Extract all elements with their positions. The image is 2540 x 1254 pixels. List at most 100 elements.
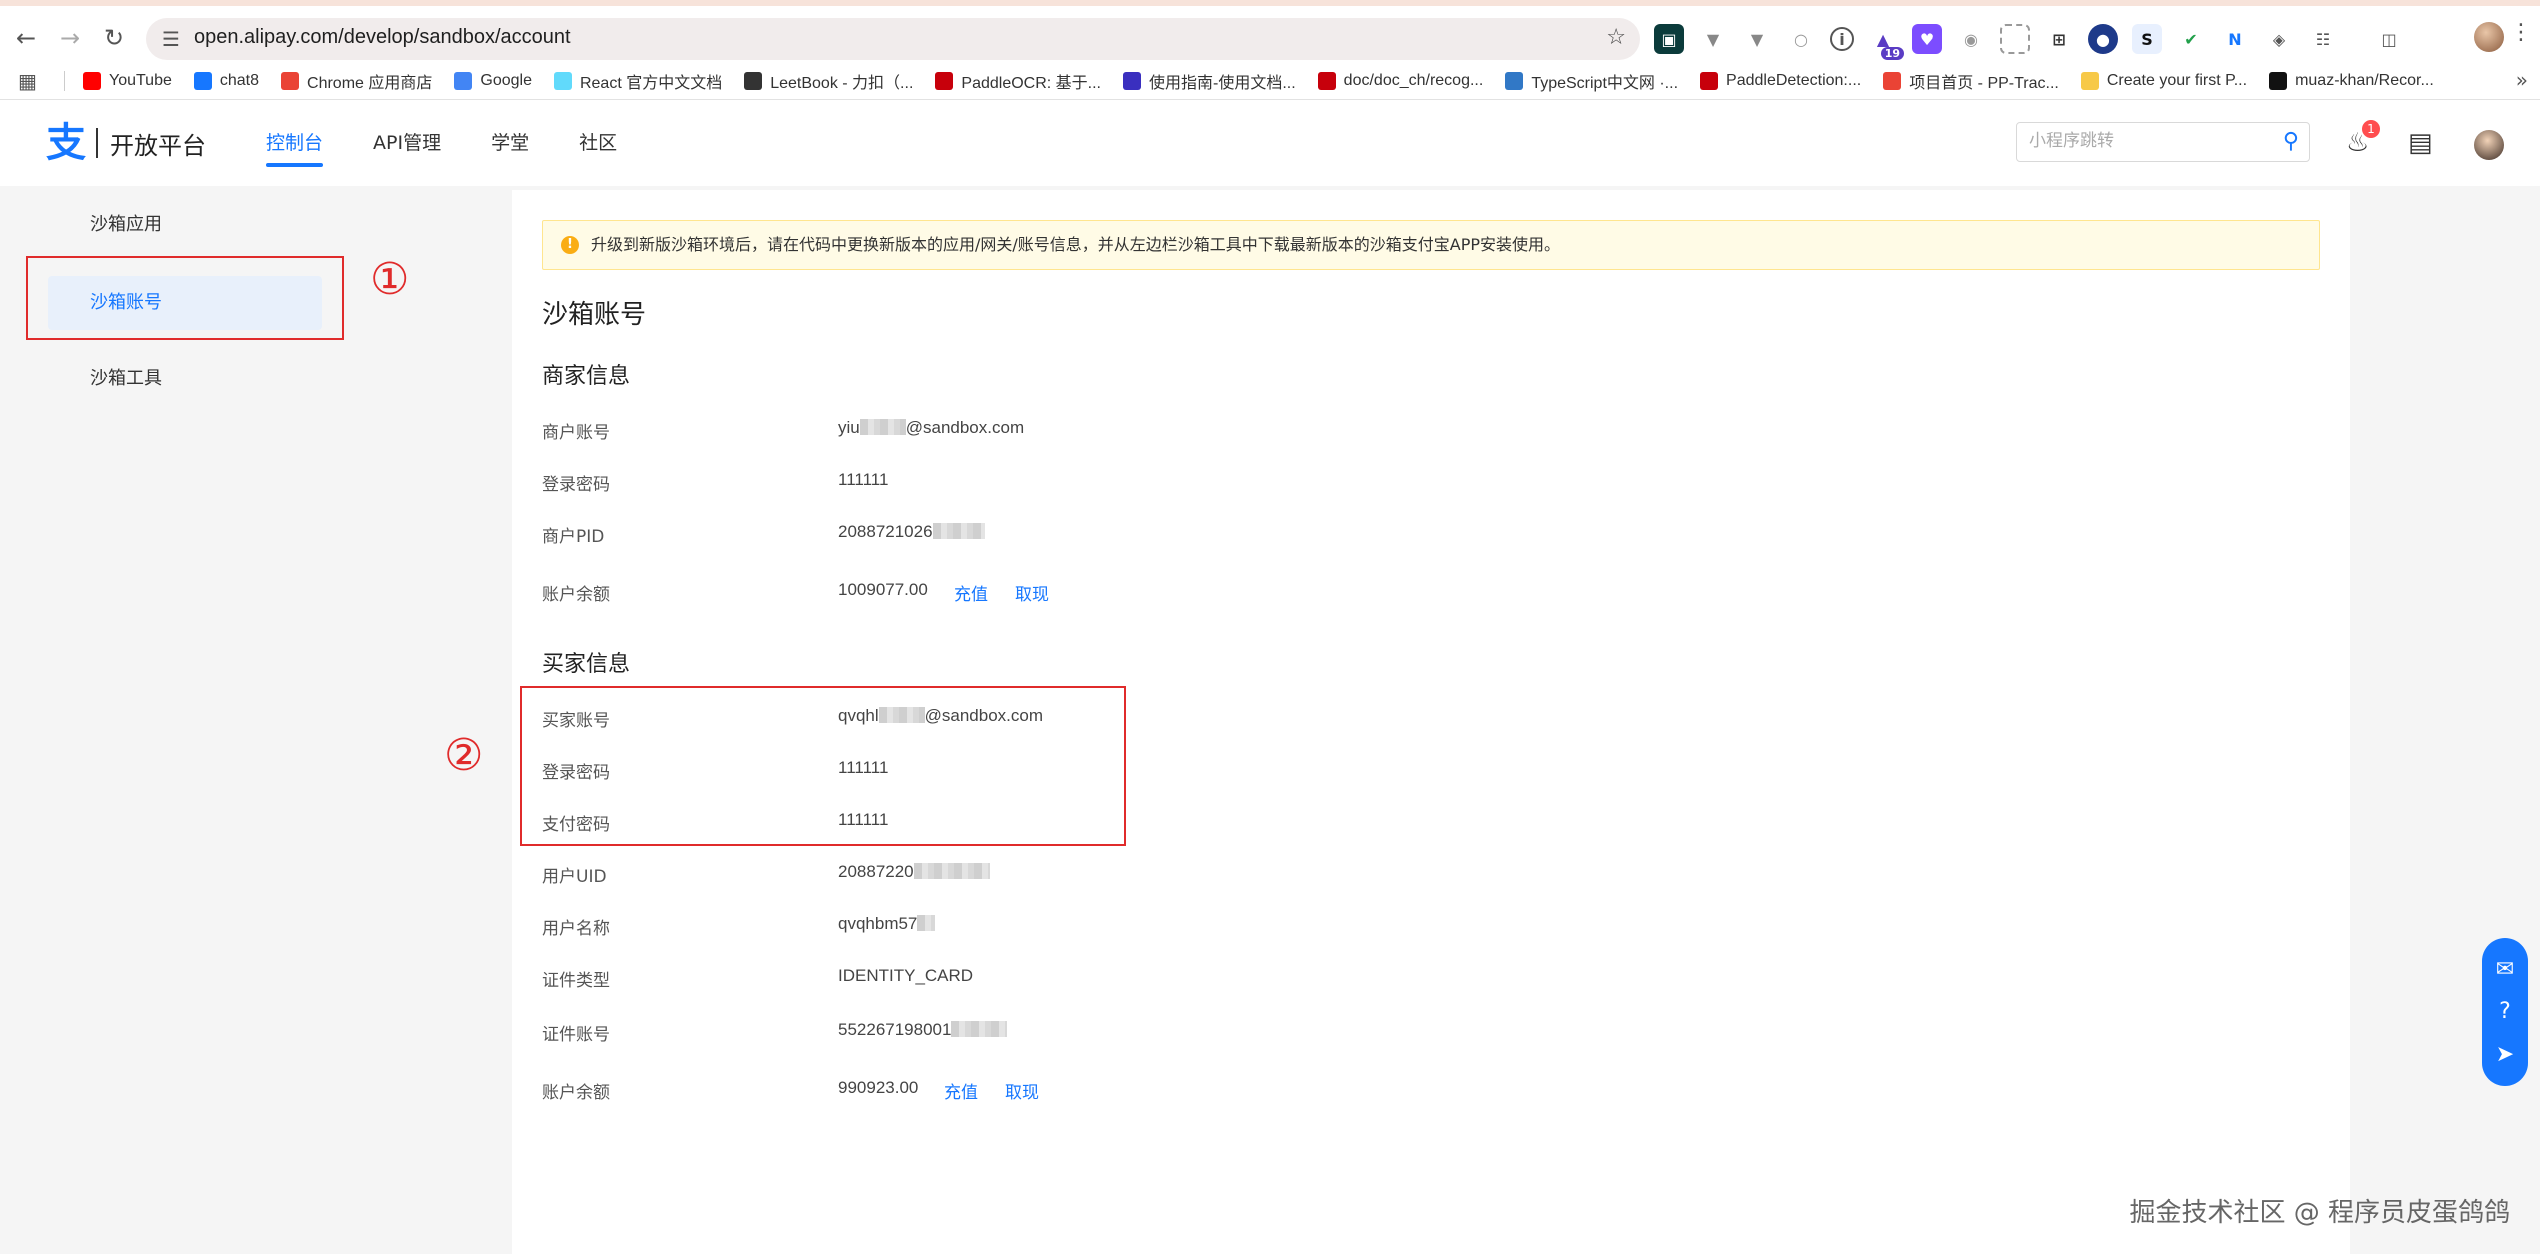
- buyer-recharge-link[interactable]: 充值: [944, 1078, 978, 1103]
- blur-mask: [859, 419, 906, 435]
- back-icon[interactable]: ←: [6, 18, 46, 58]
- cube-icon[interactable]: ◈: [2264, 24, 2294, 54]
- merchant-balance-label: 账户余额: [542, 585, 610, 605]
- bookmark-star-icon[interactable]: ☆: [1606, 25, 1626, 50]
- floating-help-widget: ✉ ? ➤: [2482, 938, 2528, 1086]
- bookmark-item[interactable]: YouTube: [83, 69, 172, 93]
- tab-academy[interactable]: 学堂: [491, 128, 529, 167]
- tab-console[interactable]: 控制台: [266, 128, 324, 167]
- profile-avatar[interactable]: [2474, 22, 2504, 52]
- more-bookmarks-icon[interactable]: »: [2516, 68, 2528, 92]
- tab-community[interactable]: 社区: [579, 128, 617, 167]
- merchant-pid-prefix: 2088721026: [838, 522, 933, 541]
- bookmark-item[interactable]: chat8: [193, 69, 260, 93]
- bookmark-label: YouTube: [109, 71, 172, 89]
- search-icon[interactable]: ⚲: [2283, 129, 2299, 154]
- mini-program-search-input[interactable]: [2029, 131, 2259, 151]
- chat-icon[interactable]: ✉: [2496, 957, 2514, 982]
- blur-mask: [917, 915, 936, 931]
- more-menu-icon[interactable]: ⋮: [2510, 20, 2532, 45]
- bookmark-label: Google: [480, 71, 532, 89]
- bookmark-label: doc/doc_ch/recog...: [1343, 71, 1484, 89]
- graduation-cap-icon[interactable]: ▲ 19: [1868, 24, 1904, 60]
- bookmark-favicon-icon: [2080, 71, 2099, 90]
- annotation-number-2: ②: [444, 730, 484, 781]
- bookmark-label: PaddleOCR: 基于...: [961, 74, 1101, 92]
- bookmark-item[interactable]: LeetBook - 力扣（...: [744, 69, 913, 93]
- bookmark-item[interactable]: Create your first P...: [2080, 69, 2247, 93]
- document-icon[interactable]: ▤: [2408, 128, 2433, 158]
- bookmark-favicon-icon: [935, 71, 954, 90]
- browser-toolbar: ← → ↻ ☰ open.alipay.com/develop/sandbox/…: [0, 0, 2540, 62]
- bookmark-item[interactable]: Chrome 应用商店: [281, 69, 432, 93]
- sidebar-item-sandbox-tools[interactable]: 沙箱工具: [48, 352, 322, 406]
- merchant-password-value: 111111: [838, 470, 889, 489]
- bookmarks-separator: [64, 70, 65, 91]
- forward-icon[interactable]: →: [50, 18, 90, 58]
- buyer-name-label: 用户名称: [542, 919, 610, 939]
- extension-icon[interactable]: i: [1830, 27, 1854, 51]
- buyer-withdraw-link[interactable]: 取现: [1005, 1078, 1039, 1103]
- tab-api-management[interactable]: API管理: [373, 128, 441, 167]
- buyer-section-title: 买家信息: [542, 652, 631, 677]
- logo-divider: [96, 128, 98, 158]
- sidebar-item-sandbox-apps[interactable]: 沙箱应用: [48, 198, 322, 252]
- reload-icon[interactable]: ↻: [94, 18, 134, 58]
- merchant-recharge-link[interactable]: 充值: [954, 580, 988, 605]
- alipay-logo[interactable]: 支 开放平台: [46, 122, 206, 164]
- camera-icon[interactable]: ◉: [1956, 24, 1986, 54]
- bookmark-label: chat8: [219, 71, 260, 89]
- buyer-id-type-label: 证件类型: [542, 971, 610, 991]
- bookmark-favicon-icon: [454, 71, 473, 90]
- bookmark-label: 使用指南-使用文档...: [1149, 74, 1296, 92]
- bookmark-item[interactable]: PaddleOCR: 基于...: [935, 69, 1101, 93]
- bookmark-item[interactable]: PaddleDetection:...: [1700, 69, 1861, 93]
- bookmark-favicon-icon: [1883, 71, 1902, 90]
- feedback-icon[interactable]: ➤: [2496, 1042, 2514, 1067]
- crop-icon[interactable]: ⊞: [2044, 24, 2074, 54]
- buyer-id-no-prefix: 552267198001: [838, 1020, 952, 1039]
- site-info-icon[interactable]: ☰: [162, 27, 180, 51]
- extension-icon[interactable]: N: [2220, 24, 2250, 54]
- screenshot-icon[interactable]: [2000, 24, 2030, 54]
- merchant-withdraw-link[interactable]: 取现: [1015, 580, 1049, 605]
- side-panel-icon[interactable]: ◫: [2374, 24, 2404, 54]
- app-header: 支 开放平台 控制台 API管理 学堂 社区 ⚲ ♨ 1 ▤: [0, 100, 2540, 186]
- help-question-icon[interactable]: ?: [2499, 999, 2511, 1024]
- puzzle-icon[interactable]: ☷: [2308, 24, 2338, 54]
- top-nav: 控制台 API管理 学堂 社区: [266, 128, 617, 167]
- shield-icon[interactable]: ✔: [2176, 24, 2206, 54]
- user-avatar[interactable]: [2474, 130, 2504, 160]
- merchant-password-label: 登录密码: [542, 475, 610, 495]
- buyer-id-type-value: IDENTITY_CARD: [838, 966, 974, 985]
- extension-icon[interactable]: ♥: [1912, 24, 1942, 54]
- merchant-pid-label: 商户PID: [542, 527, 605, 547]
- extension-icon[interactable]: ○: [1786, 24, 1816, 54]
- bookmark-item[interactable]: React 官方中文文档: [553, 69, 722, 93]
- extension-icon[interactable]: ▣: [1654, 24, 1684, 54]
- buyer-balance-value: 990923.00: [838, 1078, 919, 1097]
- bookmark-item[interactable]: 使用指南-使用文档...: [1123, 69, 1296, 93]
- notification-badge: 1: [2362, 120, 2380, 138]
- watermark: 掘金技术社区 @ 程序员皮蛋鸽鸽: [2129, 1198, 2510, 1228]
- bookmark-favicon-icon: [193, 71, 212, 90]
- vue-devtools-alt-icon[interactable]: ▼: [1742, 24, 1772, 54]
- apps-grid-icon[interactable]: ▦: [18, 69, 44, 93]
- bookmark-label: LeetBook - 力扣（...: [770, 74, 914, 92]
- s-extension-icon[interactable]: S: [2132, 24, 2162, 54]
- bookmark-item[interactable]: Google: [454, 69, 532, 93]
- merchant-balance-value: 1009077.00: [838, 580, 928, 599]
- bookmark-item[interactable]: muaz-khan/Recor...: [2269, 69, 2434, 93]
- bookmark-item[interactable]: doc/doc_ch/recog...: [1317, 69, 1484, 93]
- annotation-box-2: [520, 686, 1126, 846]
- vue-devtools-icon[interactable]: ▼: [1698, 24, 1728, 54]
- buyer-id-no-label: 证件账号: [542, 1025, 610, 1045]
- address-bar[interactable]: ☰ open.alipay.com/develop/sandbox/accoun…: [146, 18, 1640, 60]
- buyer-name-prefix: qvqhbm57: [838, 914, 918, 933]
- buyer-id-no-value: 552267198001: [838, 1020, 1008, 1040]
- bookmark-item[interactable]: 项目首页 - PP-Trac...: [1883, 69, 2059, 93]
- extension-icon[interactable]: ●: [2088, 24, 2118, 54]
- merchant-account-label: 商户账号: [542, 423, 610, 443]
- buyer-name-value: qvqhbm57: [838, 914, 936, 934]
- bookmark-item[interactable]: TypeScript中文网 ·...: [1505, 69, 1678, 93]
